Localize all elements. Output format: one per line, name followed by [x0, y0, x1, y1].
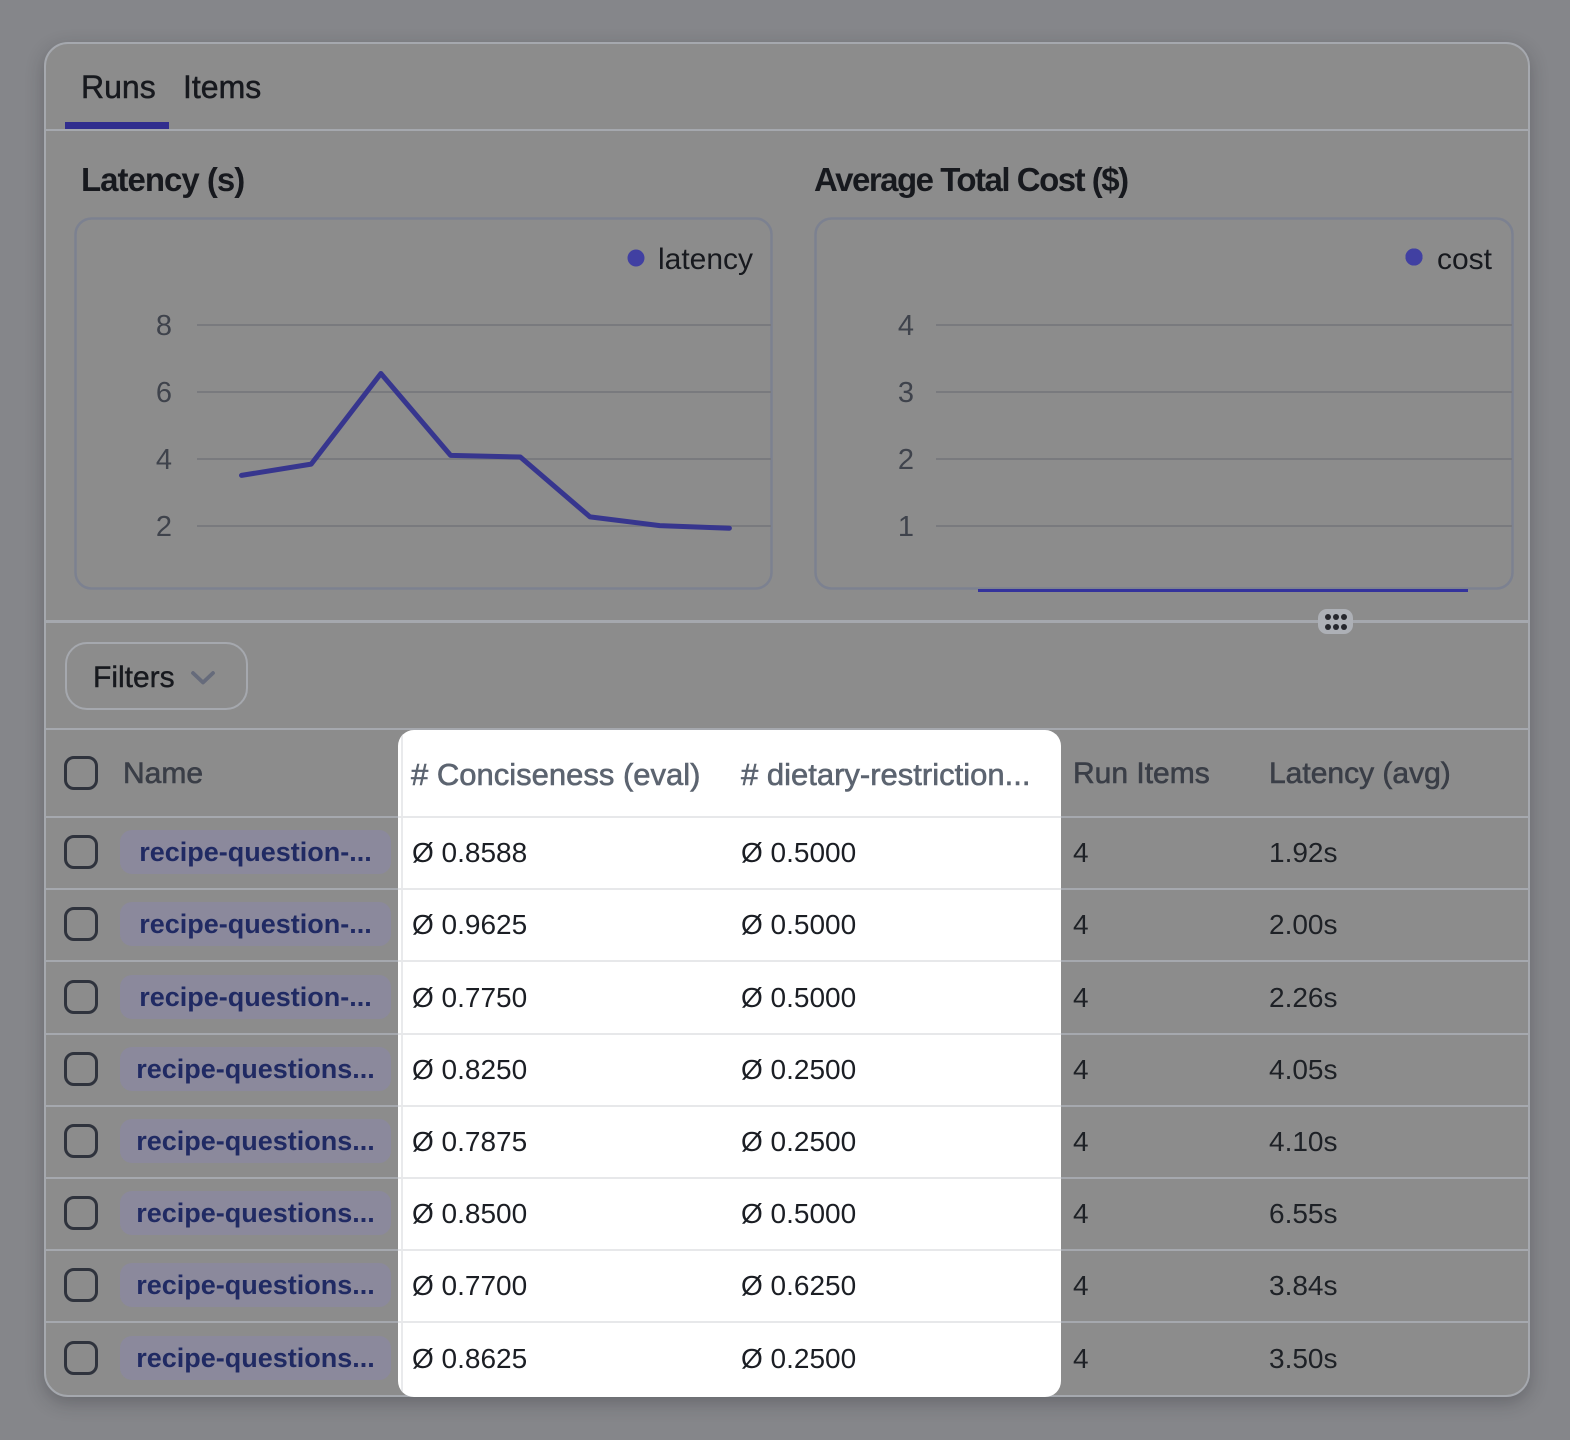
svg-text:6: 6	[156, 377, 172, 409]
svg-text:2: 2	[156, 511, 172, 543]
svg-text:4: 4	[156, 444, 172, 476]
svg-text:2: 2	[898, 444, 914, 476]
svg-text:cost: cost	[1437, 243, 1493, 276]
svg-text:latency: latency	[658, 243, 753, 276]
svg-text:4: 4	[898, 310, 914, 342]
svg-text:3: 3	[898, 377, 914, 409]
svg-text:1: 1	[898, 511, 914, 543]
svg-text:8: 8	[156, 310, 172, 342]
